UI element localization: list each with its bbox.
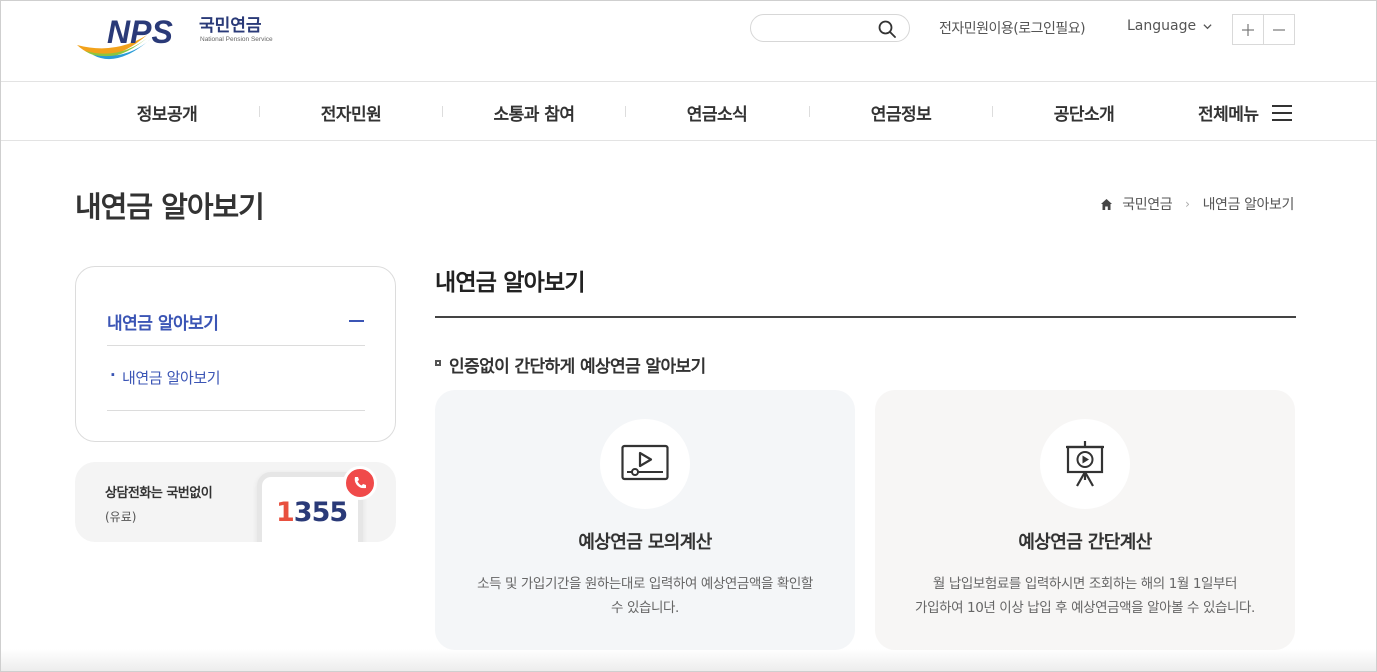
video-player-icon — [600, 419, 690, 509]
divider — [107, 410, 365, 411]
main-navigation: 정보공개 전자민원 소통과 참여 연금소식 연금정보 공단소개 전체메뉴 — [1, 82, 1376, 141]
language-selector[interactable]: Language — [1127, 18, 1212, 34]
card-description: 소득 및 가입기간을 원하는대로 입력하여 예상연금액을 확인할 수 있습니다. — [435, 572, 855, 620]
call-number-rest: 355 — [293, 497, 348, 528]
page-frame: NPS 국민연금 National Pension Service 전자민원이용… — [0, 0, 1377, 672]
breadcrumb-home-link[interactable]: 국민연금 — [1122, 194, 1172, 214]
svg-text:NPS: NPS — [107, 14, 173, 50]
font-zoom-control — [1232, 14, 1295, 45]
presentation-play-icon — [1040, 419, 1130, 509]
divider — [107, 345, 365, 346]
zoom-in-button[interactable] — [1233, 15, 1263, 44]
nps-logo[interactable]: NPS 국민연금 National Pension Service — [75, 11, 285, 65]
card-description-line: 가입하여 10년 이상 납입 후 예상연금액을 알아볼 수 있습니다. — [915, 600, 1255, 616]
svg-text:국민연금: 국민연금 — [199, 16, 262, 36]
content-title: 내연금 알아보기 — [435, 270, 586, 296]
card-description-line: 월 납입보험료를 입력하시면 조회하는 해의 1월 1일부터 — [932, 576, 1238, 592]
search-icon[interactable] — [878, 20, 896, 38]
language-label: Language — [1127, 18, 1197, 34]
gnb-item-info-disclosure[interactable]: 정보공개 — [75, 100, 259, 125]
simulation-calc-card[interactable]: 예상연금 모의계산 소득 및 가입기간을 원하는대로 입력하여 예상연금액을 확… — [435, 390, 855, 650]
gnb-item-about[interactable]: 공단소개 — [992, 100, 1176, 125]
search-input[interactable] — [763, 19, 873, 37]
card-description-line: 수 있습니다. — [611, 600, 679, 616]
chevron-right-icon: › — [1185, 197, 1190, 211]
search-box — [750, 14, 910, 42]
call-banner-note: (유료) — [105, 510, 137, 524]
top-header: NPS 국민연금 National Pension Service 전자민원이용… — [1, 1, 1376, 82]
call-number-first-digit: 1 — [276, 497, 295, 528]
call-banner-title: 상담전화는 국번없이 — [105, 486, 213, 501]
call-center-banner[interactable]: 상담전화는 국번없이 (유료) 1355 — [75, 462, 396, 542]
side-navigation: 내연금 알아보기 내연금 알아보기 — [75, 266, 396, 442]
minus-icon — [1273, 28, 1285, 31]
page-title: 내연금 알아보기 — [75, 190, 265, 224]
card-title: 예상연금 간단계산 — [1018, 532, 1152, 553]
call-number: 1355 — [276, 497, 348, 528]
lnb-heading[interactable]: 내연금 알아보기 — [107, 309, 219, 334]
zoom-out-button[interactable] — [1263, 15, 1294, 44]
all-menu-label: 전체메뉴 — [1198, 105, 1259, 125]
chevron-down-icon — [1203, 23, 1212, 29]
hamburger-menu-icon — [1271, 104, 1292, 121]
gnb-item-communication[interactable]: 소통과 참여 — [442, 100, 626, 125]
breadcrumb-current[interactable]: 내연금 알아보기 — [1203, 194, 1295, 214]
card-description: 월 납입보험료를 입력하시면 조회하는 해의 1월 1일부터 가입하여 10년 … — [875, 572, 1295, 620]
e-civil-service-link[interactable]: 전자민원이용(로그인필요) — [939, 18, 1086, 38]
phone-call-icon — [343, 466, 377, 500]
square-bullet-icon — [435, 360, 441, 366]
plus-icon — [1242, 23, 1254, 36]
logo-mark-icon: NPS 국민연금 National Pension Service — [77, 14, 273, 60]
gnb-item-pension-info[interactable]: 연금정보 — [809, 100, 993, 125]
title-divider — [435, 316, 1296, 318]
home-icon[interactable] — [1100, 198, 1113, 211]
card-description-line: 소득 및 가입기간을 원하는대로 입력하여 예상연금액을 확인할 — [477, 576, 813, 592]
gnb-item-e-civil[interactable]: 전자민원 — [259, 100, 443, 125]
section-title: 인증없이 간단하게 예상연금 알아보기 — [449, 357, 706, 377]
svg-text:National Pension Service: National Pension Service — [200, 36, 273, 43]
gnb-item-pension-news[interactable]: 연금소식 — [625, 100, 809, 125]
card-title: 예상연금 모의계산 — [578, 532, 712, 553]
collapse-minus-icon[interactable] — [349, 320, 364, 322]
simple-calc-card[interactable]: 예상연금 간단계산 월 납입보험료를 입력하시면 조회하는 해의 1월 1일부터… — [875, 390, 1295, 650]
all-menu-button[interactable]: 전체메뉴 — [1198, 100, 1293, 125]
breadcrumb: 국민연금 › 내연금 알아보기 — [1100, 194, 1294, 214]
bottom-shadow — [1, 649, 1376, 671]
lnb-sub-item[interactable]: 내연금 알아보기 — [110, 366, 221, 388]
